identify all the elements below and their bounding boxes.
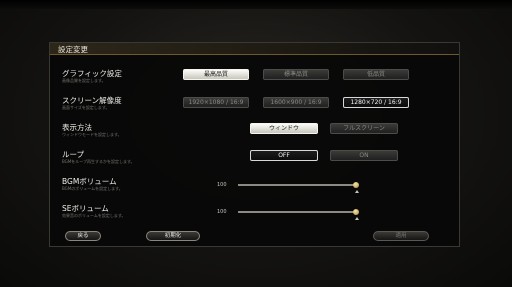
se-volume-knob[interactable] bbox=[353, 209, 359, 215]
bgm-volume-track[interactable] bbox=[238, 184, 356, 186]
graphic-setting-desc: 画像品質を設定します。 bbox=[62, 78, 106, 83]
apply-button[interactable]: 適用 bbox=[373, 231, 429, 241]
loop-option-on[interactable]: ON bbox=[330, 150, 398, 161]
display-option-fullscreen[interactable]: フルスクリーン bbox=[330, 123, 398, 134]
settings-panel: 設定変更 グラフィック設定 画像品質を設定します。 最高品質 標準品質 低品質 … bbox=[49, 42, 460, 247]
back-button[interactable]: 戻る bbox=[65, 231, 101, 241]
resolution-desc: 画面サイズを設定します。 bbox=[62, 105, 110, 110]
graphic-option-highest[interactable]: 最高品質 bbox=[183, 69, 249, 80]
graphic-option-low[interactable]: 低品質 bbox=[343, 69, 409, 80]
display-option-window[interactable]: ウィンドウ bbox=[250, 123, 318, 134]
bgm-volume-knob[interactable] bbox=[353, 182, 359, 188]
resolution-option-1920[interactable]: 1920×1080 / 16:9 bbox=[183, 97, 249, 108]
graphic-option-standard[interactable]: 標準品質 bbox=[263, 69, 329, 80]
top-bar bbox=[0, 0, 512, 9]
panel-header: 設定変更 bbox=[50, 43, 459, 55]
se-volume-desc: 効果音のボリュームを設定します。 bbox=[62, 213, 126, 218]
bgm-volume-desc: BGMのボリュームを設定します。 bbox=[62, 186, 123, 191]
se-volume-caret-icon bbox=[355, 217, 359, 220]
display-mode-desc: ウィンドウモードを設定します。 bbox=[62, 132, 122, 137]
resolution-option-1280[interactable]: 1280×720 / 16:9 bbox=[343, 97, 409, 108]
reset-button[interactable]: 初期化 bbox=[146, 231, 200, 241]
loop-option-off[interactable]: OFF bbox=[250, 150, 318, 161]
loop-desc: BGMをループ再生するかを設定します。 bbox=[62, 159, 135, 164]
bgm-volume-value: 100 bbox=[217, 182, 227, 188]
panel-title: 設定変更 bbox=[58, 45, 88, 54]
se-volume-value: 100 bbox=[217, 209, 227, 215]
resolution-option-1600[interactable]: 1600×900 / 16:9 bbox=[263, 97, 329, 108]
bgm-volume-caret-icon bbox=[355, 190, 359, 193]
se-volume-track[interactable] bbox=[238, 211, 356, 213]
